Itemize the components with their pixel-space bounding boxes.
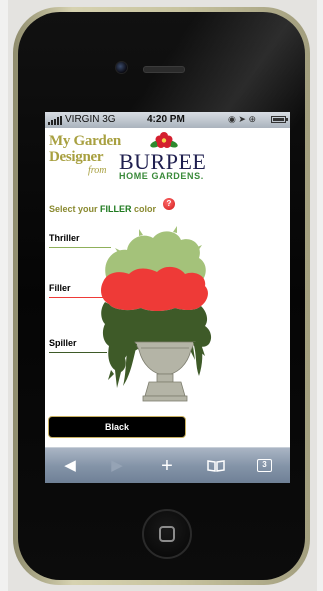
forward-arrow-icon[interactable]: ▶ <box>95 448 139 483</box>
spiller-label-line <box>49 352 107 353</box>
location-arrow-icon: ➤ <box>238 114 246 124</box>
instruction-highlight: FILLER <box>100 204 132 214</box>
plus-icon[interactable]: + <box>145 448 189 483</box>
camera-icon <box>115 61 128 74</box>
filler-foliage <box>101 266 208 311</box>
browser-toolbar: ◀ ▶ + 3 <box>45 447 290 483</box>
back-arrow-icon[interactable]: ◀ <box>48 448 92 483</box>
spiller-label: Spiller <box>49 338 77 348</box>
urn-planter <box>134 341 196 402</box>
phone-screen: VIRGIN 3G 4:20 PM ◉ ➤ ⊕ My Garden Design… <box>45 112 290 483</box>
lock-rotation-icon: ◉ <box>228 114 236 124</box>
tabs-button[interactable]: 3 <box>243 448 287 483</box>
filler-color-select-button[interactable]: Black <box>48 416 186 438</box>
filler-label-line <box>49 297 105 298</box>
app-name-from: from <box>88 165 107 176</box>
signal-strength-icon <box>48 116 62 125</box>
thriller-label-line <box>49 247 111 248</box>
page-edge-right <box>317 0 323 591</box>
select-color-instruction: Select your FILLER color <box>49 204 156 214</box>
help-icon[interactable]: ? <box>163 198 175 210</box>
battery-icon <box>271 116 288 123</box>
alarm-icon: ⊕ <box>248 114 256 124</box>
status-time: 4:20 PM <box>147 114 185 125</box>
book-icon[interactable] <box>194 448 238 483</box>
app-name-line2: Designer <box>49 149 104 165</box>
speaker-grille <box>143 66 185 73</box>
filler-label: Filler <box>49 283 71 293</box>
page-edge-left <box>0 0 8 591</box>
instruction-prefix: Select your <box>49 204 101 214</box>
tabs-count-icon: 3 <box>257 459 272 472</box>
instruction-suffix: color <box>131 204 157 214</box>
header-logos: My Garden Designer from BURPEE HOME GARD… <box>45 130 290 182</box>
status-bar: VIRGIN 3G 4:20 PM ◉ ➤ ⊕ <box>45 112 290 128</box>
home-button[interactable] <box>142 509 192 559</box>
brand-tagline: HOME GARDENS. <box>119 171 204 181</box>
home-square-icon <box>159 526 175 542</box>
burpee-flower-logo-icon <box>150 132 178 148</box>
app-name-line1: My Garden <box>49 133 121 149</box>
planter-illustration <box>101 226 212 402</box>
carrier-label: VIRGIN 3G <box>65 114 116 125</box>
thriller-label: Thriller <box>49 233 80 243</box>
